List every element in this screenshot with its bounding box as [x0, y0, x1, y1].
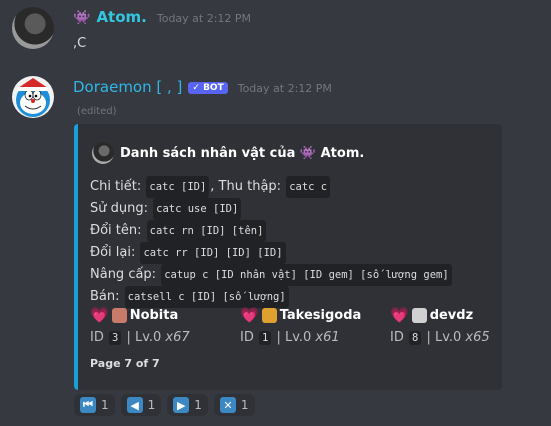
- character-icon: [411, 307, 427, 323]
- field-value: ID 8 | Lv.0 x65: [390, 330, 540, 345]
- character-icon: [111, 307, 127, 323]
- id-label: ID: [240, 330, 258, 345]
- reaction-count: 1: [101, 398, 109, 412]
- field-value: ID 3 | Lv.0 x67: [90, 330, 240, 345]
- next-page-icon: ▶: [173, 397, 190, 413]
- reaction-button[interactable]: ✕ 1: [213, 394, 255, 416]
- character-id: 8: [408, 331, 422, 345]
- heart-icon: 💗: [390, 306, 409, 324]
- timestamp: Today at 2:12 PM: [237, 82, 332, 95]
- description-text: Đổi lại:: [90, 245, 140, 260]
- description-text: Đổi tên:: [90, 223, 146, 238]
- character-name: devdz: [429, 307, 474, 323]
- reaction-button[interactable]: ▶ 1: [167, 394, 208, 416]
- embed-description: Chi tiết: catc [ID], Thu thập: catc c Sử …: [90, 176, 453, 308]
- command-code: catc use [ID]: [153, 198, 242, 220]
- embed-fields: 💗 Nobita ID 3 | Lv.0 x67 💗 Takesigoda ID 1 | …: [90, 304, 540, 345]
- character-field: 💗 devdz ID 8 | Lv.0 x65: [390, 304, 540, 345]
- character-id: 1: [258, 331, 272, 345]
- first-page-icon: ⏮: [80, 397, 96, 413]
- description-line: Đổi lại: catc rr [ID] [ID] [ID]: [90, 242, 453, 264]
- description-line: Nâng cấp: catup c [ID nhân vật] [ID gem]…: [90, 264, 453, 286]
- description-text: , Thu thập:: [210, 179, 286, 194]
- bot-badge: ✓ BOT: [188, 82, 228, 94]
- command-code: catc [ID]: [146, 176, 210, 198]
- embed-author-avatar: [92, 142, 114, 164]
- reaction-count: 1: [194, 398, 202, 412]
- character-name: Takesigoda: [279, 307, 362, 323]
- character-count: x65: [465, 330, 490, 345]
- author-name[interactable]: Atom.: [96, 8, 146, 26]
- description-text: Nâng cấp:: [90, 267, 161, 282]
- alien-emoji-icon: 👾: [73, 10, 91, 26]
- embed-card: Danh sách nhân vật của 👾 Atom. Chi tiết:…: [74, 124, 502, 390]
- description-text: Chi tiết:: [90, 179, 146, 194]
- character-name: Nobita: [129, 307, 179, 323]
- character-id: 3: [108, 331, 122, 345]
- field-value: ID 1 | Lv.0 x61: [240, 330, 390, 345]
- reaction-bar: ⏮ 1 ◀ 1 ▶ 1 ✕ 1: [74, 394, 255, 416]
- field-name: 💗 Nobita: [90, 304, 240, 326]
- reaction-button[interactable]: ◀ 1: [120, 394, 162, 416]
- command-code: catc rn [ID] [tên]: [146, 220, 267, 242]
- reaction-count: 1: [240, 398, 249, 412]
- reaction-count: 1: [147, 398, 156, 412]
- description-line: Sử dụng: catc use [ID]: [90, 198, 453, 220]
- character-level: | Lv.0: [122, 330, 166, 345]
- message-text: ,C: [73, 36, 87, 51]
- previous-page-icon: ◀: [126, 397, 143, 413]
- character-level: | Lv.0: [422, 330, 466, 345]
- embed-footer: Page 7 of 7: [90, 357, 160, 370]
- user-avatar[interactable]: [12, 7, 54, 49]
- heart-icon: 💗: [90, 306, 109, 324]
- id-label: ID: [90, 330, 108, 345]
- embed-author: Danh sách nhân vật của 👾 Atom.: [92, 142, 364, 164]
- close-icon: ✕: [219, 397, 236, 413]
- bot-author-name[interactable]: Doraemon [ , ]: [73, 78, 182, 96]
- timestamp: Today at 2:12 PM: [156, 12, 252, 25]
- character-field: 💗 Takesigoda ID 1 | Lv.0 x61: [240, 304, 390, 345]
- command-code: catup c [ID nhân vật] [ID gem] [số lượng…: [161, 264, 452, 286]
- id-label: ID: [390, 330, 408, 345]
- character-level: | Lv.0: [272, 330, 316, 345]
- field-name: 💗 devdz: [390, 304, 540, 326]
- field-name: 💗 Takesigoda: [240, 304, 390, 326]
- command-code: catc rr [ID] [ID] [ID]: [140, 242, 286, 264]
- message-header: 👾 Atom. Today at 2:12 PM: [73, 8, 251, 26]
- description-text: Sử dụng:: [90, 201, 153, 216]
- character-field: 💗 Nobita ID 3 | Lv.0 x67: [90, 304, 240, 345]
- message-header: Doraemon [ , ] ✓ BOT Today at 2:12 PM: [73, 78, 332, 96]
- character-icon: [261, 307, 277, 323]
- edited-label: (edited): [77, 106, 117, 117]
- embed-title: Danh sách nhân vật của 👾 Atom.: [120, 145, 365, 161]
- command-code: catc c: [286, 176, 331, 198]
- description-line: Đổi tên: catc rn [ID] [tên]: [90, 220, 453, 242]
- character-count: x61: [315, 330, 340, 345]
- heart-icon: 💗: [240, 306, 259, 324]
- description-line: Chi tiết: catc [ID], Thu thập: catc c: [90, 176, 453, 198]
- character-count: x67: [165, 330, 190, 345]
- bot-avatar[interactable]: [12, 76, 54, 118]
- reaction-button[interactable]: ⏮ 1: [74, 394, 115, 416]
